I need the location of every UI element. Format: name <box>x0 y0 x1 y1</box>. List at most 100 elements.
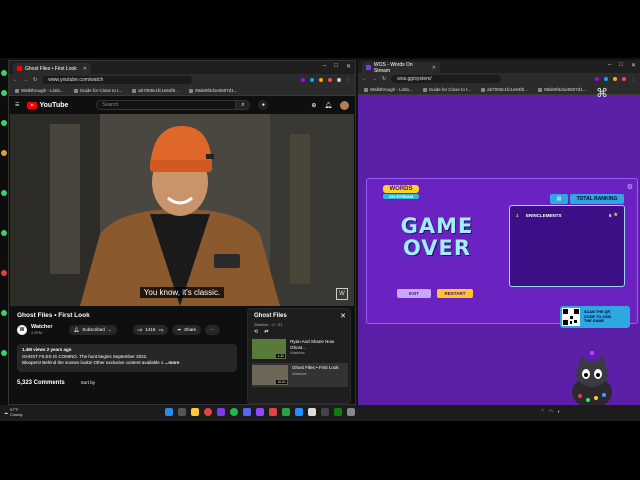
obs-icon[interactable] <box>321 408 329 416</box>
extension-icon[interactable] <box>595 77 599 81</box>
microphone-icon[interactable]: ● <box>258 100 269 110</box>
windows-start-icon[interactable] <box>165 408 173 416</box>
bookmark[interactable]: ab7006c1fc1e64f6... <box>481 87 528 92</box>
app-icon[interactable] <box>295 408 303 416</box>
forward-icon[interactable]: → <box>372 76 377 82</box>
window-controls: – □ ✕ <box>323 63 351 70</box>
sort-by-button[interactable]: Sort by <box>81 380 95 386</box>
strip-icon[interactable] <box>1 310 7 316</box>
channel-avatar[interactable]: W <box>17 324 27 335</box>
gear-icon[interactable]: ⚙ <box>627 183 633 191</box>
search-icon[interactable]: ⌕ <box>236 100 251 110</box>
bookmark-icon <box>15 88 19 93</box>
app-icon[interactable] <box>347 408 355 416</box>
notifications-bell-icon[interactable]: 🔔︎ <box>324 102 332 109</box>
extension-icon[interactable] <box>613 77 617 81</box>
restart-button[interactable]: RESTART <box>437 289 473 298</box>
video-player[interactable]: You know, it's classic. W <box>10 114 354 306</box>
chevron-down-icon: ⌄ <box>107 326 112 332</box>
spotify-icon[interactable] <box>230 408 238 416</box>
strip-icon[interactable] <box>1 230 7 236</box>
extension-icon[interactable] <box>292 78 296 82</box>
subscribed-button[interactable]: 🔔︎ Subscribed ⌄ <box>68 324 117 335</box>
app-icon[interactable] <box>269 408 277 416</box>
chrome-icon[interactable] <box>204 408 212 416</box>
create-icon[interactable]: ⊕ <box>311 102 316 109</box>
thumbs-down-icon[interactable]: 👎︎ <box>159 327 164 333</box>
show-more-link[interactable]: ...more <box>165 360 180 365</box>
back-icon[interactable]: ← <box>362 76 367 82</box>
bookmark[interactable]: 09de9f4d1e0607d1... <box>537 87 586 92</box>
like-button[interactable]: 👍︎ 141K 👎︎ <box>132 324 169 335</box>
maximize-icon[interactable]: □ <box>334 63 338 70</box>
app-icon[interactable] <box>308 408 316 416</box>
extension-icon[interactable] <box>310 78 314 82</box>
bookmark[interactable]: Walkthrough - Limb... <box>364 87 413 92</box>
tab-youtube[interactable]: Ghost Files • First Look ✕ <box>13 63 91 74</box>
maximize-icon[interactable]: □ <box>619 62 623 69</box>
bookmark[interactable]: 09de9f4d1e0607d1... <box>188 88 237 93</box>
close-window-icon[interactable]: ✕ <box>346 63 351 70</box>
url-field[interactable]: www.youtube.com/watch <box>42 76 193 84</box>
extension-icon[interactable] <box>328 78 332 82</box>
description-box[interactable]: 1.4M views 2 years ago GHOST FILES IS CO… <box>17 344 237 372</box>
speaker-icon[interactable]: ◖ <box>557 409 560 415</box>
extension-icon[interactable] <box>604 77 608 81</box>
bookmark[interactable]: Walkthrough - Limb... <box>15 88 64 93</box>
extension-icon[interactable] <box>319 78 323 82</box>
app-icon[interactable] <box>217 408 225 416</box>
back-icon[interactable]: ← <box>13 77 18 83</box>
twitch-icon[interactable] <box>256 408 264 416</box>
close-tab-icon[interactable]: ✕ <box>432 65 436 71</box>
ranking-toggle-icon[interactable]: ▤ <box>550 194 568 204</box>
strip-icon[interactable] <box>1 350 7 356</box>
share-button[interactable]: ➦ Share <box>172 324 202 335</box>
playlist-item[interactable]: 1:32 Ryan And Shane Now Ghost... Watcher <box>252 337 348 361</box>
more-actions-button[interactable]: ⋯ <box>205 324 220 335</box>
window-controls: – □ ✕ <box>608 62 636 69</box>
file-explorer-icon[interactable] <box>191 408 199 416</box>
tab-wos[interactable]: WOS - Words On Stream ✕ <box>362 62 440 74</box>
strip-icon[interactable] <box>1 270 7 276</box>
extension-icon[interactable] <box>337 78 341 82</box>
qr-instructions: SCAN THE QR CODE TO JOIN THE GAME <box>584 310 612 324</box>
menu-kebab-icon[interactable]: ⋮ <box>631 76 636 82</box>
xbox-icon[interactable] <box>334 408 342 416</box>
reload-icon[interactable]: ↻ <box>382 76 386 82</box>
search-input[interactable]: Search <box>96 100 237 110</box>
minimize-icon[interactable]: – <box>608 62 611 69</box>
strip-icon[interactable] <box>1 150 7 156</box>
discord-icon[interactable] <box>243 408 251 416</box>
bookmark[interactable]: Guide for Close to t... <box>73 88 122 93</box>
shuffle-icon[interactable]: ⇄ <box>264 329 268 335</box>
url-field[interactable]: wos.gg/system/ <box>391 75 502 83</box>
forward-icon[interactable]: → <box>23 77 28 83</box>
strip-icon[interactable] <box>1 190 7 196</box>
exit-button[interactable]: EXIT <box>397 289 431 298</box>
extension-icon[interactable] <box>301 78 305 82</box>
playlist-title[interactable]: Ghost Files <box>254 313 287 319</box>
chevron-up-icon[interactable]: ⌃ <box>540 409 544 415</box>
avatar[interactable] <box>340 100 349 110</box>
minimize-icon[interactable]: – <box>323 63 326 70</box>
close-tab-icon[interactable]: ✕ <box>83 66 87 72</box>
strip-icon[interactable] <box>1 120 7 126</box>
hamburger-menu-icon[interactable]: ☰ <box>15 102 19 108</box>
bookmark[interactable]: ab7006c1fc1e64f6... <box>132 88 179 93</box>
reload-icon[interactable]: ↻ <box>33 77 37 83</box>
loop-icon[interactable]: ⟲ <box>254 329 258 335</box>
search-icon[interactable] <box>178 408 186 416</box>
playlist-item-current[interactable]: 10:01 Ghost Files • First Look Watcher <box>252 363 348 387</box>
menu-kebab-icon[interactable]: ⋮ <box>346 77 351 83</box>
bookmark[interactable]: Guide for Close to t... <box>422 87 471 92</box>
weather-widget[interactable]: ☁ 57°F Cloudy <box>4 407 22 417</box>
extension-icon[interactable] <box>622 77 626 81</box>
wifi-icon[interactable]: ◠ <box>549 409 553 415</box>
close-playlist-icon[interactable]: ✕ <box>340 312 346 320</box>
strip-icon[interactable] <box>1 70 7 76</box>
total-ranking-tab[interactable]: TOTAL RANKING <box>570 194 624 204</box>
strip-icon[interactable] <box>1 90 7 96</box>
app-icon[interactable] <box>282 408 290 416</box>
close-window-icon[interactable]: ✕ <box>631 62 636 69</box>
youtube-logo[interactable]: YouTube <box>27 101 68 109</box>
